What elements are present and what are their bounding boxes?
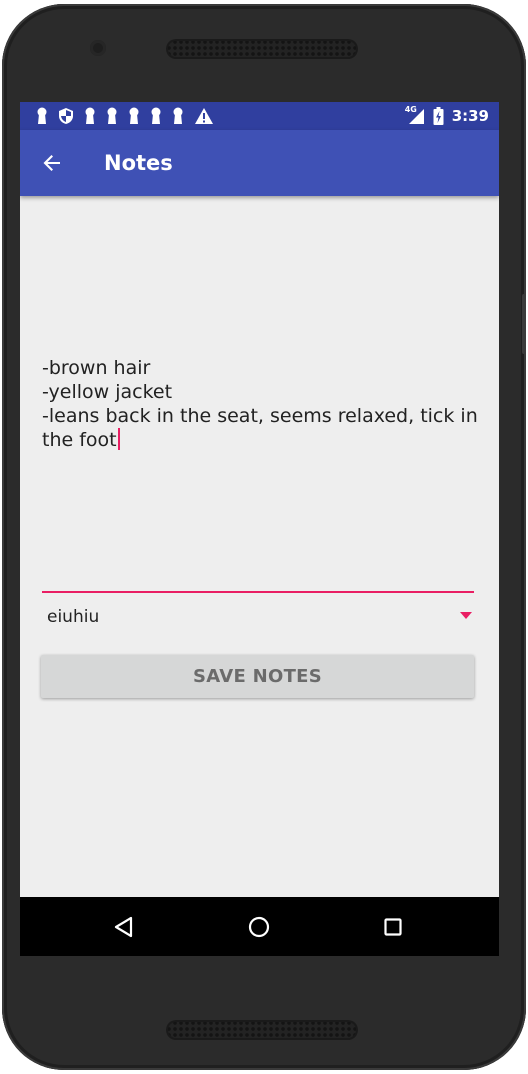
navigation-bar bbox=[20, 897, 499, 956]
keyhole-icon bbox=[107, 107, 117, 124]
page-title: Notes bbox=[104, 151, 173, 175]
back-triangle-icon bbox=[114, 916, 133, 938]
power-button bbox=[522, 294, 526, 354]
status-time: 3:39 bbox=[451, 107, 489, 125]
keyhole-icon bbox=[129, 107, 139, 124]
keyhole-icon bbox=[151, 107, 161, 124]
arrow-back-icon bbox=[43, 155, 60, 171]
nav-recents-button[interactable] bbox=[378, 912, 408, 942]
keyhole-icon bbox=[173, 107, 183, 124]
network-label: 4G bbox=[404, 105, 417, 114]
status-bar: 4G 3:39 bbox=[20, 102, 499, 130]
text-cursor bbox=[117, 428, 120, 450]
notes-line-last: the foot bbox=[42, 428, 472, 452]
notes-input[interactable]: -brown hair -yellow jacket -leans back i… bbox=[42, 356, 478, 452]
keyhole-icon bbox=[85, 107, 95, 124]
category-spinner[interactable]: eiuhiu bbox=[42, 602, 474, 634]
battery-charging-icon bbox=[433, 107, 444, 125]
nav-home-button[interactable] bbox=[244, 912, 274, 942]
keyhole-icon bbox=[37, 107, 47, 124]
notes-line-text: the foot bbox=[42, 429, 117, 451]
notes-line: -yellow jacket bbox=[42, 381, 173, 403]
app-screen: 4G 3:39 Notes -brown hair -yellow jacket… bbox=[20, 102, 499, 956]
spinner-selected-value: eiuhiu bbox=[47, 607, 100, 627]
notes-line: -leans back in the seat, seems relaxed, … bbox=[42, 405, 478, 427]
notes-line: -brown hair bbox=[42, 357, 151, 379]
back-button[interactable] bbox=[38, 149, 66, 177]
notes-input-underline bbox=[42, 591, 474, 593]
top-speaker-grille bbox=[166, 39, 358, 59]
home-circle-icon bbox=[248, 916, 270, 938]
warning-icon bbox=[195, 108, 213, 124]
status-right: 4G 3:39 bbox=[404, 105, 489, 126]
shield-icon bbox=[59, 108, 73, 124]
front-camera bbox=[90, 40, 106, 56]
notification-icons bbox=[36, 107, 214, 125]
nav-back-button[interactable] bbox=[109, 912, 139, 942]
save-notes-button[interactable]: SAVE NOTES bbox=[41, 655, 474, 698]
signal-4g-icon: 4G bbox=[404, 105, 425, 125]
recents-square-icon bbox=[384, 918, 402, 936]
app-bar: Notes bbox=[20, 130, 499, 196]
bottom-speaker-grille bbox=[166, 1020, 358, 1040]
dropdown-arrow-icon bbox=[460, 612, 472, 619]
